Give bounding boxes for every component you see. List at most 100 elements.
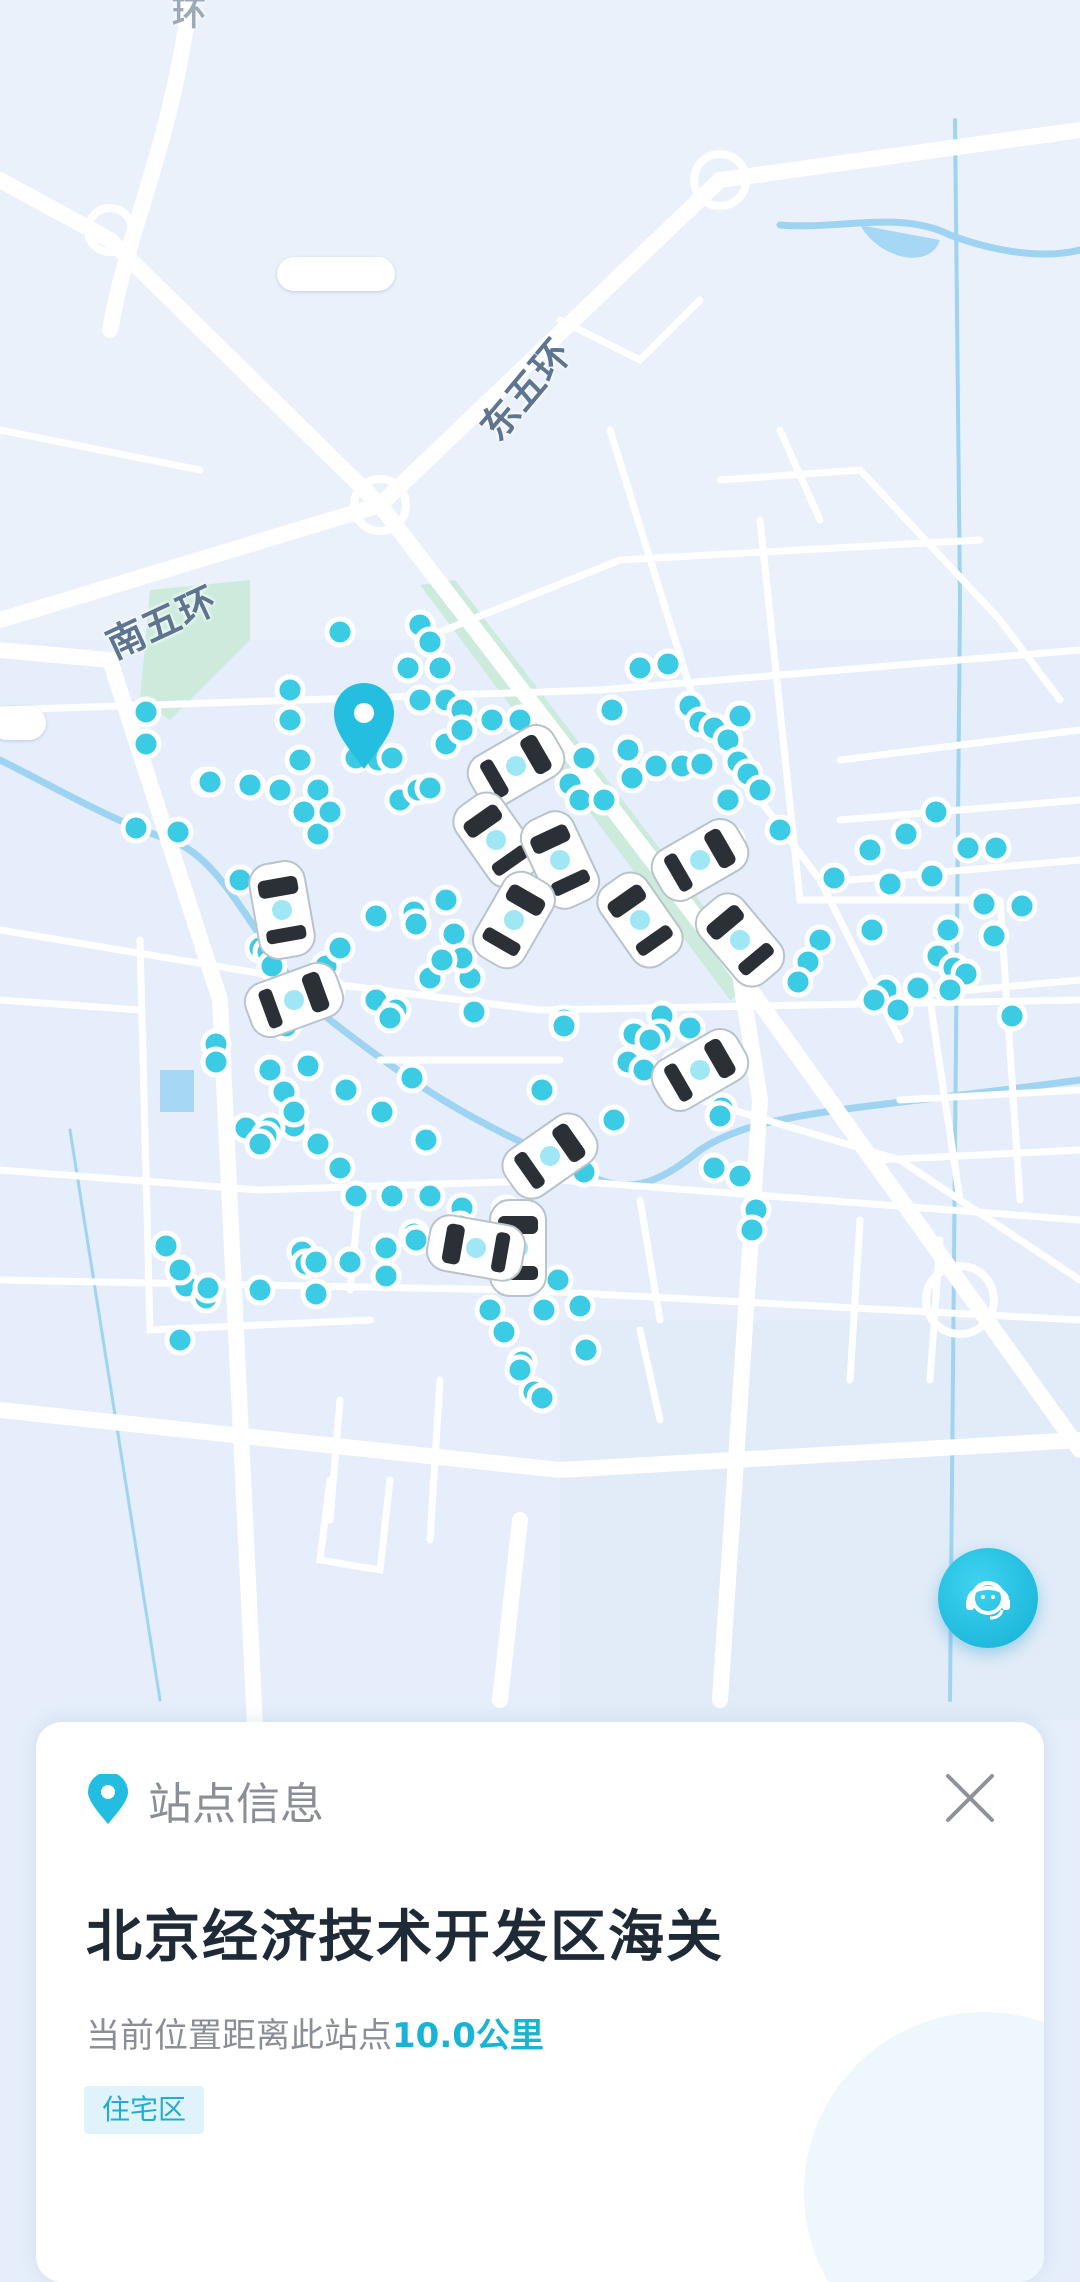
station-dot[interactable] [854, 834, 886, 866]
station-dot[interactable] [340, 1180, 372, 1212]
station-dot[interactable] [874, 868, 906, 900]
station-dot[interactable] [274, 674, 306, 706]
station-dot[interactable] [150, 1230, 182, 1262]
station-dot[interactable] [410, 1124, 442, 1156]
close-button[interactable] [940, 1768, 1000, 1828]
station-dot[interactable] [392, 652, 424, 684]
station-dot[interactable] [234, 769, 266, 801]
station-dot[interactable] [414, 1180, 446, 1212]
station-dot[interactable] [526, 1074, 558, 1106]
station-dot[interactable] [724, 1160, 756, 1192]
station-dot[interactable] [324, 1152, 356, 1184]
station-dot[interactable] [120, 812, 152, 844]
station-dot[interactable] [980, 832, 1012, 864]
station-dot[interactable] [194, 766, 226, 798]
station-dot[interactable] [288, 796, 320, 828]
station-dot[interactable] [568, 742, 600, 774]
station-dot[interactable] [430, 884, 462, 916]
station-dot[interactable] [254, 1054, 286, 1086]
station-dot[interactable] [920, 796, 952, 828]
station-dot[interactable] [598, 1104, 630, 1136]
station-dot[interactable] [698, 1152, 730, 1184]
station-dot[interactable] [488, 1316, 520, 1348]
station-dot[interactable] [424, 652, 456, 684]
station-dot[interactable] [916, 860, 948, 892]
station-dot[interactable] [324, 616, 356, 648]
station-dot[interactable] [652, 648, 684, 680]
station-dot[interactable] [426, 944, 458, 976]
station-dot[interactable] [564, 1290, 596, 1322]
station-dot[interactable] [504, 1354, 536, 1386]
station-dot[interactable] [952, 832, 984, 864]
station-dot[interactable] [292, 1050, 324, 1082]
station-dot[interactable] [130, 696, 162, 728]
station-dot[interactable] [330, 1074, 362, 1106]
station-dot[interactable] [634, 1024, 666, 1056]
station-dot[interactable] [274, 704, 306, 736]
station-dot[interactable] [764, 814, 796, 846]
station-dot[interactable] [528, 1294, 560, 1326]
station-dot[interactable] [414, 626, 446, 658]
station-dot[interactable] [400, 908, 432, 940]
station-dot[interactable] [744, 774, 776, 806]
station-dot[interactable] [624, 652, 656, 684]
station-dot[interactable] [164, 1254, 196, 1286]
station-dot[interactable] [300, 1278, 332, 1310]
station-dot[interactable] [542, 1264, 574, 1296]
station-dot[interactable] [278, 1096, 310, 1128]
station-dot[interactable] [724, 700, 756, 732]
station-dot[interactable] [324, 932, 356, 964]
station-dot[interactable] [360, 900, 392, 932]
station-dot[interactable] [376, 1180, 408, 1212]
station-dot[interactable] [396, 1062, 428, 1094]
station-dot[interactable] [712, 784, 744, 816]
station-dot[interactable] [782, 966, 814, 998]
station-dot[interactable] [192, 1272, 224, 1304]
station-dot[interactable] [1006, 890, 1038, 922]
station-dot[interactable] [376, 742, 408, 774]
station-dot[interactable] [882, 994, 914, 1026]
station-dot[interactable] [526, 1382, 558, 1414]
station-dot[interactable] [414, 772, 446, 804]
station-dot[interactable] [818, 862, 850, 894]
station-dot[interactable] [934, 974, 966, 1006]
station-dot[interactable] [570, 1334, 602, 1366]
station-dot[interactable] [932, 914, 964, 946]
station-dot[interactable] [704, 1100, 736, 1132]
station-dot[interactable] [890, 818, 922, 850]
station-dot[interactable] [164, 1324, 196, 1356]
station-dot[interactable] [736, 1214, 768, 1246]
station-dot[interactable] [130, 728, 162, 760]
station-dot[interactable] [476, 704, 508, 736]
station-dot[interactable] [400, 1224, 432, 1256]
station-dot[interactable] [978, 920, 1010, 952]
station-dot[interactable] [686, 748, 718, 780]
station-dot[interactable] [162, 816, 194, 848]
station-dot[interactable] [612, 734, 644, 766]
station-dot[interactable] [244, 1128, 276, 1160]
station-dot[interactable] [968, 888, 1000, 920]
station-dot[interactable] [284, 744, 316, 776]
station-dot[interactable] [616, 762, 648, 794]
station-dot[interactable] [370, 1232, 402, 1264]
station-dot[interactable] [588, 784, 620, 816]
station-dot[interactable] [200, 1046, 232, 1078]
station-dot[interactable] [370, 1260, 402, 1292]
station-dot[interactable] [314, 796, 346, 828]
station-dot[interactable] [264, 774, 296, 806]
station-dot[interactable] [446, 714, 478, 746]
station-dot[interactable] [458, 996, 490, 1028]
customer-service-button[interactable] [938, 1548, 1038, 1648]
station-dot[interactable] [996, 1000, 1028, 1032]
station-dot[interactable] [856, 914, 888, 946]
station-dot[interactable] [302, 1128, 334, 1160]
station-dot[interactable] [366, 1096, 398, 1128]
station-dot[interactable] [404, 684, 436, 716]
station-dot[interactable] [596, 694, 628, 726]
station-dot[interactable] [300, 1246, 332, 1278]
station-dot[interactable] [244, 1274, 276, 1306]
station-dot[interactable] [902, 972, 934, 1004]
station-dot[interactable] [374, 1002, 406, 1034]
station-dot[interactable] [548, 1010, 580, 1042]
station-dot[interactable] [334, 1246, 366, 1278]
